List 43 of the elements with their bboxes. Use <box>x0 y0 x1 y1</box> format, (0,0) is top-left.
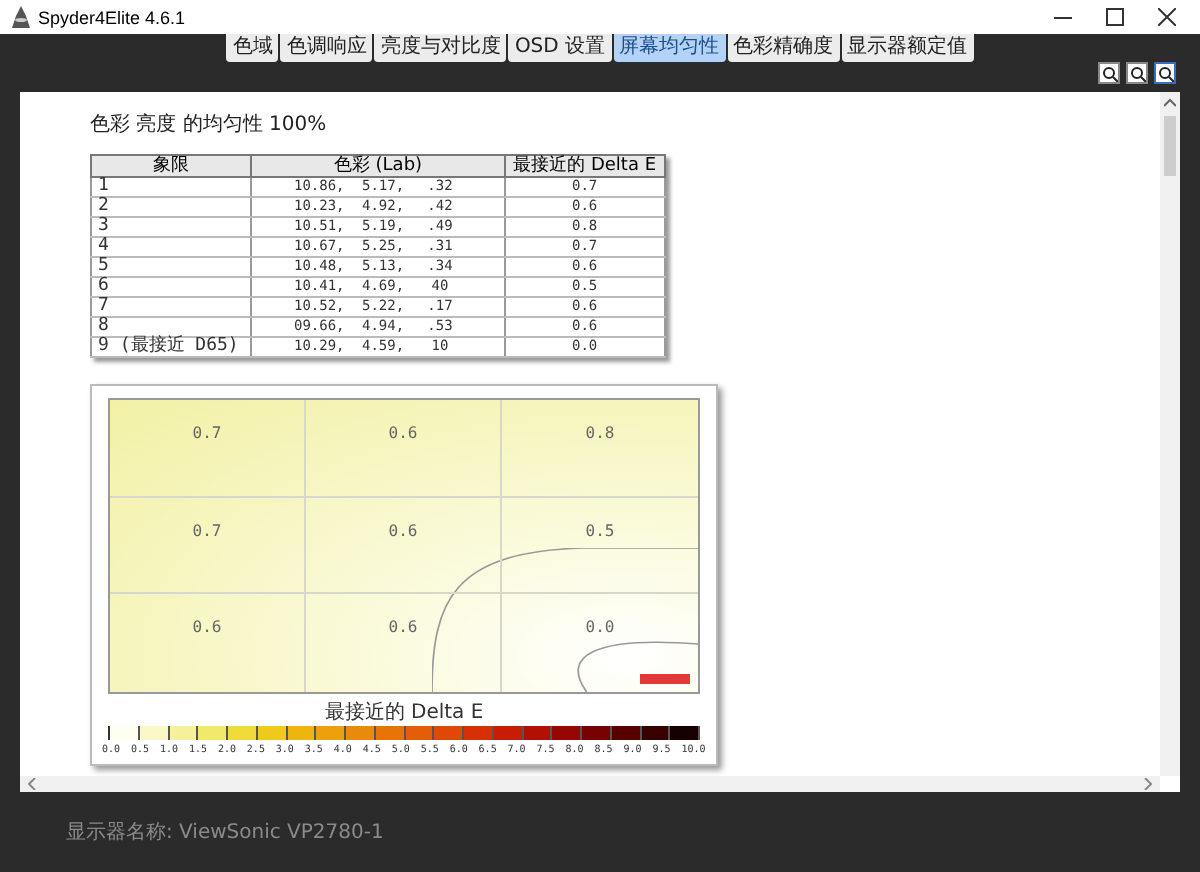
scrollbar-thumb[interactable] <box>1164 116 1176 176</box>
delta-e-value: 0.6 <box>192 618 222 641</box>
delta-e-value: 0.5 <box>585 521 615 544</box>
column-header: 色彩 (Lab) <box>251 155 505 177</box>
delta-e-value: 0.7 <box>192 521 222 544</box>
tab[interactable]: 色调响应 <box>280 34 373 62</box>
zoom-out-icon[interactable] <box>1126 62 1148 84</box>
scroll-right-icon[interactable] <box>1144 778 1152 790</box>
legend-title: 最接近的 Delta E <box>322 699 486 726</box>
table-cell: 4 <box>91 237 252 257</box>
horizontal-scrollbar[interactable] <box>20 776 1160 792</box>
column-header: 象限 <box>91 155 252 177</box>
zoom-fit-icon[interactable] <box>1154 62 1176 84</box>
column-header: 最接近的 Delta E <box>504 155 665 177</box>
delta-e-value: 0.6 <box>388 521 418 544</box>
table-cell: 9 (最接近 D65) <box>91 337 252 357</box>
vertical-scrollbar[interactable] <box>1160 92 1180 776</box>
delta-e-value: 0.7 <box>192 424 222 446</box>
tab[interactable]: 显示器额定值 <box>841 34 974 62</box>
display-name-label: 显示器名称: ViewSonic VP2780-1 <box>66 820 384 846</box>
app-logo-icon <box>12 6 30 28</box>
table-cell: 1 <box>91 177 252 197</box>
tab[interactable]: 屏幕均匀性 <box>613 34 726 62</box>
table-cell: 8 <box>91 317 252 337</box>
tab[interactable]: 亮度与对比度 <box>374 34 507 62</box>
reference-marker <box>640 674 690 684</box>
tab[interactable]: OSD 设置 <box>508 34 612 62</box>
zoom-in-icon[interactable] <box>1098 62 1120 84</box>
table-cell: 5 <box>91 257 252 277</box>
tab[interactable]: 色域 <box>226 34 279 62</box>
scroll-left-icon[interactable] <box>28 778 36 790</box>
delta-e-value: 0.8 <box>585 424 615 446</box>
window-title: Spyder4Elite 4.6.1 <box>38 7 188 27</box>
delta-e-value: 0.0 <box>585 618 615 641</box>
delta-e-value: 0.6 <box>388 424 418 446</box>
delta-e-value: 0.6 <box>388 618 418 641</box>
table-cell: 3 <box>91 217 252 237</box>
table-cell: 2 <box>91 197 252 217</box>
tab[interactable]: 色彩精确度 <box>727 34 840 62</box>
table-cell: 7 <box>91 297 252 317</box>
report-title: 色彩 亮度 的均匀性 100% <box>90 111 329 138</box>
table-cell: 6 <box>91 277 252 297</box>
scroll-up-icon[interactable] <box>1164 98 1176 108</box>
